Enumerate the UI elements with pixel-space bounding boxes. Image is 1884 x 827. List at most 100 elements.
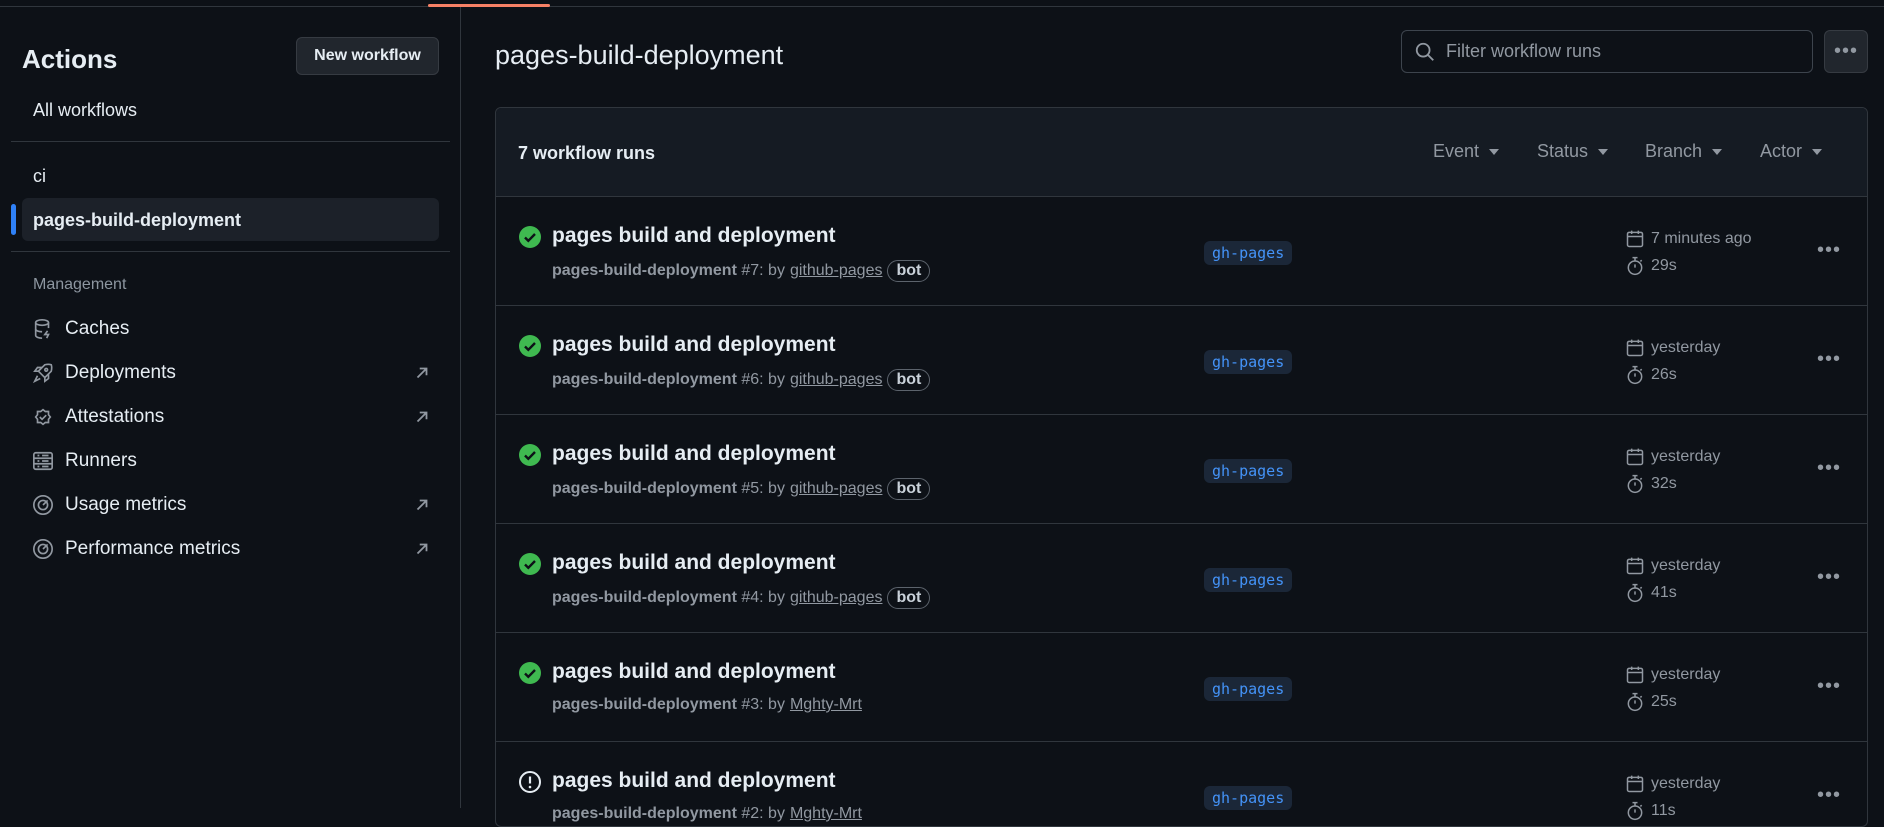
status-filter[interactable]: Status — [1537, 141, 1609, 162]
run-actor-link[interactable]: Mghty-Mrt — [790, 696, 862, 714]
run-workflow-name: pages-build-deployment — [552, 589, 737, 606]
runs-list-header: 7 workflow runs Event Status Branch Acto… — [496, 108, 1867, 197]
check-circle-icon — [519, 553, 541, 575]
search-input[interactable] — [1446, 41, 1786, 62]
run-options-button[interactable]: ••• — [1814, 235, 1844, 265]
run-time-ago: yesterday — [1651, 557, 1721, 574]
run-duration-value: 41s — [1651, 584, 1677, 601]
external-link-icon — [416, 543, 428, 555]
run-title[interactable]: pages build and deployment — [552, 333, 836, 357]
more-options-button[interactable]: ••• — [1824, 30, 1868, 73]
sidebar-item-deployments[interactable]: Deployments — [31, 358, 431, 388]
kebab-horizontal-icon: ••• — [1816, 238, 1841, 261]
stopwatch-icon — [1627, 692, 1643, 712]
run-time-ago: yesterday — [1651, 666, 1721, 683]
management-heading: Management — [33, 276, 127, 293]
run-workflow-name: pages-build-deployment — [552, 262, 737, 279]
sidebar-item-label: Runners — [65, 450, 137, 471]
sidebar-item-caches[interactable]: Caches — [31, 314, 431, 344]
branch-filter[interactable]: Branch — [1645, 141, 1723, 162]
sidebar-item-usage-metrics[interactable]: Usage metrics — [31, 490, 431, 520]
branch-label[interactable]: gh-pages — [1204, 241, 1293, 265]
workflow-run-row[interactable]: pages build and deployment pages-build-d… — [496, 197, 1867, 306]
sidebar-item-label: Caches — [65, 318, 130, 339]
sidebar-item-label: pages-build-deployment — [33, 210, 242, 230]
run-actor-link[interactable]: github-pages — [790, 371, 883, 389]
run-duration: 41s — [1625, 583, 1677, 603]
sidebar-item-runners[interactable]: Runners — [31, 446, 431, 476]
all-workflows-link[interactable]: All workflows — [33, 100, 137, 121]
branch-label[interactable]: gh-pages — [1204, 677, 1293, 701]
verified-icon — [31, 405, 55, 429]
run-title[interactable]: pages build and deployment — [552, 442, 836, 466]
event-filter[interactable]: Event — [1433, 141, 1500, 162]
run-actor-link[interactable]: github-pages — [790, 589, 883, 607]
run-workflow-name: pages-build-deployment — [552, 696, 737, 713]
run-duration: 29s — [1625, 256, 1677, 276]
new-workflow-button[interactable]: New workflow — [296, 37, 439, 75]
workflow-run-row[interactable]: pages build and deployment pages-build-d… — [496, 742, 1867, 826]
sidebar-item-ci[interactable]: ci — [33, 166, 46, 187]
actions-sidebar: Actions New workflow All workflows ci pa… — [0, 7, 461, 808]
sidebar-item-label: Deployments — [65, 362, 176, 383]
sidebar-item-label: Attestations — [65, 406, 165, 427]
stopwatch-icon — [1627, 365, 1643, 385]
check-circle-icon — [519, 226, 541, 248]
run-time-ago: yesterday — [1651, 339, 1721, 356]
bot-badge: bot — [887, 478, 931, 500]
run-title[interactable]: pages build and deployment — [552, 551, 836, 575]
run-options-button[interactable]: ••• — [1814, 453, 1844, 483]
external-link-icon — [416, 499, 428, 511]
run-workflow-name: pages-build-deployment — [552, 371, 737, 388]
run-options-button[interactable]: ••• — [1814, 562, 1844, 592]
run-title[interactable]: pages build and deployment — [552, 769, 836, 793]
database-icon — [31, 317, 55, 341]
run-duration: 25s — [1625, 692, 1677, 712]
run-actor-link[interactable]: github-pages — [790, 262, 883, 280]
sidebar-item-attestations[interactable]: Attestations — [31, 402, 431, 432]
external-link-icon — [416, 367, 428, 379]
run-options-button[interactable]: ••• — [1814, 671, 1844, 701]
run-timestamp: yesterday — [1625, 447, 1720, 467]
branch-label[interactable]: gh-pages — [1204, 350, 1293, 374]
branch-label[interactable]: gh-pages — [1204, 459, 1293, 483]
run-title[interactable]: pages build and deployment — [552, 224, 836, 248]
calendar-icon — [1626, 557, 1644, 575]
run-options-button[interactable]: ••• — [1814, 780, 1844, 810]
run-workflow-name: pages-build-deployment — [552, 480, 737, 497]
search-icon — [1415, 42, 1434, 61]
check-circle-icon — [519, 444, 541, 466]
run-duration: 26s — [1625, 365, 1677, 385]
run-number: #6: by — [741, 371, 785, 388]
run-duration-value: 25s — [1651, 693, 1677, 710]
branch-label[interactable]: gh-pages — [1204, 568, 1293, 592]
filter-label: Event — [1433, 141, 1480, 161]
run-timestamp: yesterday — [1625, 556, 1720, 576]
actor-filter[interactable]: Actor — [1760, 141, 1823, 162]
workflow-run-row[interactable]: pages build and deployment pages-build-d… — [496, 524, 1867, 633]
filter-runs-search[interactable] — [1401, 30, 1813, 73]
filter-label: Branch — [1645, 141, 1703, 161]
stopwatch-icon — [1627, 583, 1643, 603]
calendar-icon — [1626, 448, 1644, 466]
page-title: pages-build-deployment — [495, 40, 784, 70]
filter-label: Status — [1537, 141, 1589, 161]
filter-label: Actor — [1760, 141, 1803, 161]
run-meta: pages-build-deployment #4: by github-pag… — [552, 587, 931, 609]
stopwatch-icon — [1627, 801, 1643, 821]
run-title[interactable]: pages build and deployment — [552, 660, 836, 684]
run-actor-link[interactable]: github-pages — [790, 480, 883, 498]
run-options-button[interactable]: ••• — [1814, 344, 1844, 374]
active-item-indicator — [11, 204, 16, 235]
sidebar-item-performance-metrics[interactable]: Performance metrics — [31, 534, 431, 564]
workflow-run-row[interactable]: pages build and deployment pages-build-d… — [496, 633, 1867, 742]
workflow-run-row[interactable]: pages build and deployment pages-build-d… — [496, 415, 1867, 524]
branch-label[interactable]: gh-pages — [1204, 786, 1293, 810]
workflow-run-row[interactable]: pages build and deployment pages-build-d… — [496, 306, 1867, 415]
run-meta: pages-build-deployment #3: by Mghty-Mrt — [552, 696, 862, 714]
stopwatch-icon — [1627, 256, 1643, 276]
kebab-horizontal-icon: ••• — [1816, 347, 1841, 370]
alert-circle-icon — [519, 771, 541, 793]
calendar-icon — [1626, 666, 1644, 684]
kebab-horizontal-icon: ••• — [1816, 783, 1841, 806]
